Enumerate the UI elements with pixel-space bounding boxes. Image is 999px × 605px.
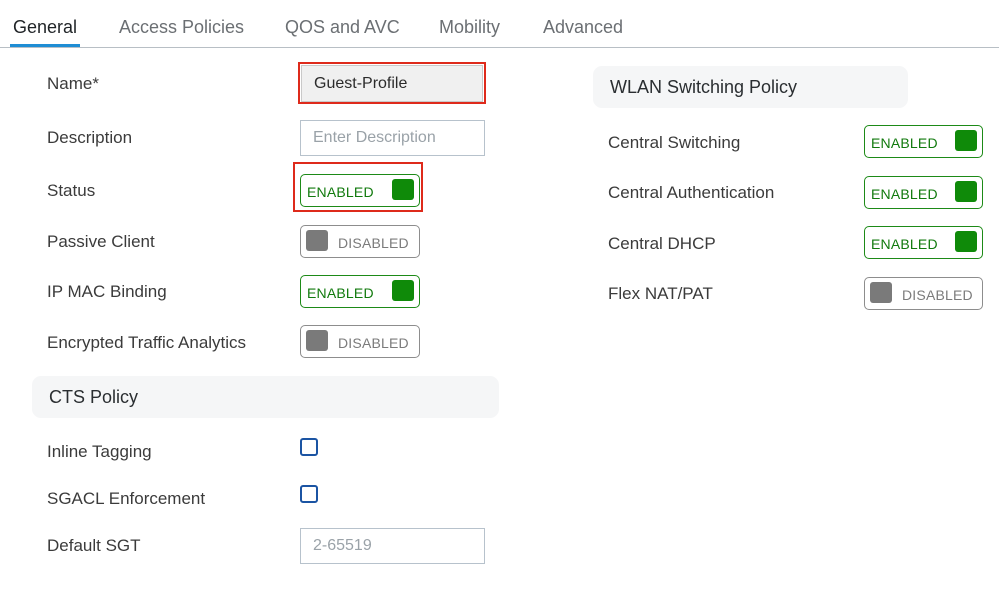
central-switching-label: Central Switching xyxy=(608,133,741,152)
flex-nat-pat-toggle[interactable]: DISABLED xyxy=(864,277,983,310)
central-authentication-toggle[interactable]: ENABLED xyxy=(864,176,983,209)
status-toggle[interactable]: ENABLED xyxy=(300,174,420,207)
flex-nat-pat-label: Flex NAT/PAT xyxy=(608,284,713,303)
encrypted-traffic-toggle[interactable]: DISABLED xyxy=(300,325,420,358)
ip-mac-binding-label: IP MAC Binding xyxy=(47,282,167,301)
central-switching-toggle-text: ENABLED xyxy=(871,135,938,151)
central-authentication-toggle-text: ENABLED xyxy=(871,186,938,202)
encrypted-traffic-label: Encrypted Traffic Analytics xyxy=(47,333,247,352)
toggle-knob xyxy=(955,181,977,202)
status-toggle-text: ENABLED xyxy=(307,184,374,200)
description-label: Description xyxy=(47,128,133,147)
tab-bar: General Access Policies QOS and AVC Mobi… xyxy=(0,0,999,48)
central-authentication-label: Central Authentication xyxy=(608,183,775,202)
wlan-switching-title: WLAN Switching Policy xyxy=(610,77,798,97)
central-dhcp-toggle-text: ENABLED xyxy=(871,236,938,252)
tab-mobility[interactable]: Mobility xyxy=(439,17,500,38)
passive-client-label: Passive Client xyxy=(47,232,155,251)
inline-tagging-checkbox[interactable] xyxy=(300,438,318,456)
wlan-switching-section-header: WLAN Switching Policy xyxy=(593,66,908,108)
status-label: Status xyxy=(47,181,96,200)
tab-divider xyxy=(0,47,999,48)
ip-mac-binding-toggle[interactable]: ENABLED xyxy=(300,275,420,308)
tab-qos-and-avc[interactable]: QOS and AVC xyxy=(285,17,400,38)
tab-access-policies[interactable]: Access Policies xyxy=(119,17,244,38)
passive-client-toggle-text: DISABLED xyxy=(338,235,409,251)
toggle-knob xyxy=(870,282,892,303)
sgacl-enforcement-checkbox[interactable] xyxy=(300,485,318,503)
encrypted-traffic-toggle-text: DISABLED xyxy=(338,335,409,351)
central-dhcp-toggle[interactable]: ENABLED xyxy=(864,226,983,259)
central-dhcp-label: Central DHCP xyxy=(608,234,716,253)
name-input[interactable] xyxy=(301,65,483,102)
toggle-knob xyxy=(392,280,414,301)
cts-policy-section-header: CTS Policy xyxy=(32,376,499,418)
flex-nat-pat-toggle-text: DISABLED xyxy=(902,287,973,303)
toggle-knob xyxy=(392,179,414,200)
passive-client-toggle[interactable]: DISABLED xyxy=(300,225,420,258)
inline-tagging-label: Inline Tagging xyxy=(47,442,152,461)
default-sgt-label: Default SGT xyxy=(47,536,141,555)
central-switching-toggle[interactable]: ENABLED xyxy=(864,125,983,158)
ip-mac-binding-toggle-text: ENABLED xyxy=(307,285,374,301)
default-sgt-input[interactable] xyxy=(300,528,485,564)
tab-general[interactable]: General xyxy=(13,17,77,38)
description-input[interactable] xyxy=(300,120,485,156)
toggle-knob xyxy=(955,130,977,151)
tab-advanced[interactable]: Advanced xyxy=(543,17,623,38)
cts-policy-title: CTS Policy xyxy=(49,387,139,407)
name-label: Name* xyxy=(47,74,99,93)
toggle-knob xyxy=(306,230,328,251)
sgacl-enforcement-label: SGACL Enforcement xyxy=(47,489,206,508)
toggle-knob xyxy=(306,330,328,351)
toggle-knob xyxy=(955,231,977,252)
